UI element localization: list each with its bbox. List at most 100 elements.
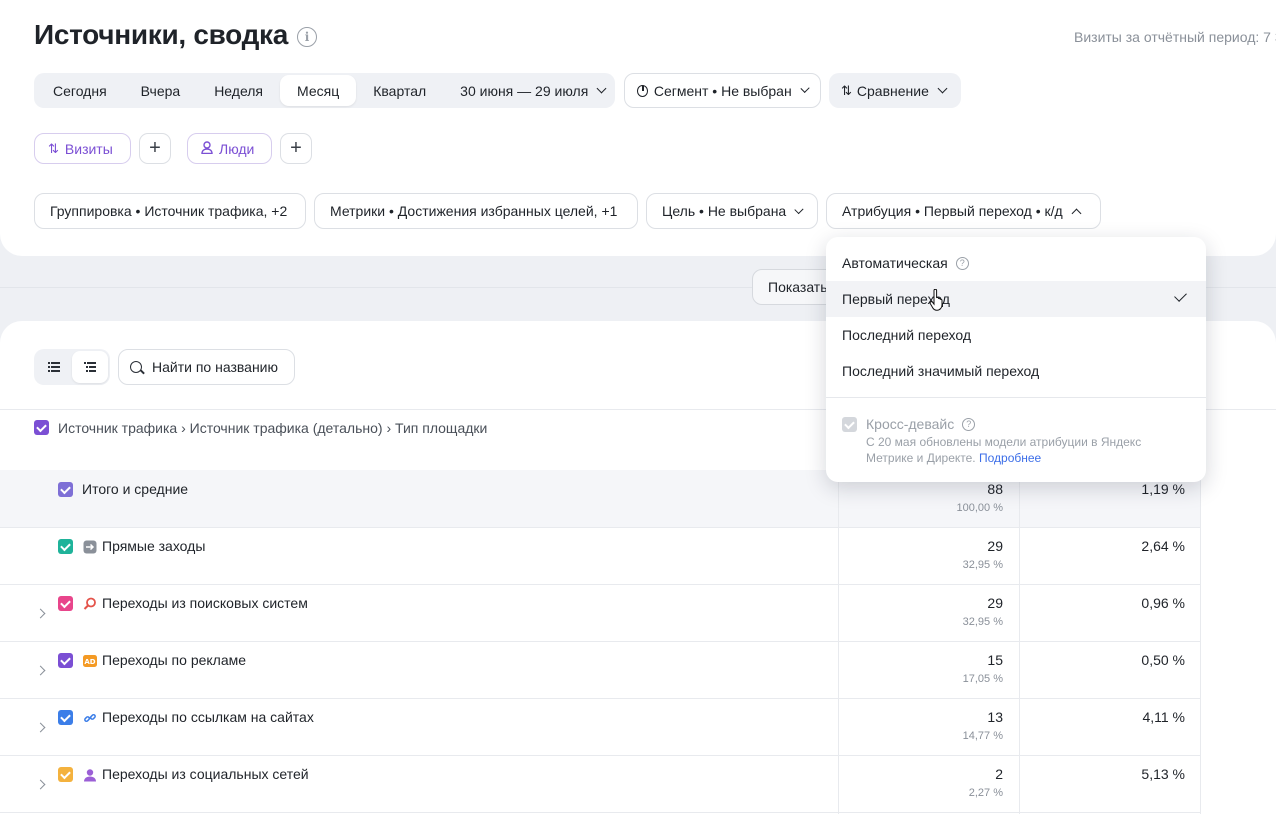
visits-value: 2 [995, 766, 1003, 782]
hand-cursor-icon [929, 289, 943, 311]
column-divider [1200, 470, 1201, 814]
visits-value: 88 [987, 481, 1003, 497]
help-icon[interactable]: ? [955, 256, 969, 270]
period-today-button[interactable]: Сегодня [36, 75, 124, 106]
row-label: Переходы по рекламе [102, 652, 247, 668]
row-checkbox[interactable] [58, 710, 73, 725]
cross-device-note: С 20 мая обновлены модели атрибуции в Ян… [866, 434, 1166, 466]
row-divider [0, 527, 1200, 528]
add-visits-button[interactable]: + [139, 133, 171, 164]
visits-value: 13 [987, 709, 1003, 725]
visits-value: 29 [987, 538, 1003, 554]
conversion-rate: 0,50 % [1141, 652, 1185, 668]
comparison-label: Сравнение [856, 82, 929, 99]
attribution-option-last-significant[interactable]: Последний значимый переход [826, 353, 1206, 389]
chevron-down-icon [596, 83, 607, 94]
tree-list-icon [84, 362, 96, 372]
visits-period-text: Визиты за отчётный период: 7 3 [1074, 29, 1276, 45]
visits-icon: ⇅ [48, 140, 59, 156]
help-icon[interactable]: ? [962, 417, 976, 431]
period-quarter-button[interactable]: Квартал [356, 75, 443, 106]
column-divider [838, 470, 839, 814]
period-selector: Сегодня Вчера Неделя Месяц Квартал 30 ию… [34, 73, 615, 108]
grouping-button[interactable]: Группировка • Источник трафика, +2 [34, 193, 306, 229]
grouping-breadcrumbs: Источник трафика › Источник трафика (дет… [58, 420, 488, 436]
people-chip[interactable]: Люди [187, 133, 272, 164]
visits-share: 100,00 % [956, 502, 1003, 514]
period-week-button[interactable]: Неделя [197, 75, 280, 106]
row-label: Переходы из поисковых систем [102, 595, 308, 611]
attribution-option-first[interactable]: Первый переход [826, 281, 1206, 317]
chevron-down-icon [800, 83, 810, 94]
option-label: Последний переход [842, 327, 972, 343]
search-icon [130, 361, 142, 373]
row-divider [0, 698, 1200, 699]
cross-device-label: Кросс-девайс ? [866, 416, 976, 432]
page-title: Источники, сводка [34, 19, 289, 50]
person-icon [201, 140, 213, 157]
cross-device-checkbox [842, 417, 857, 432]
option-label: Последний значимый переход [842, 363, 1040, 379]
goal-dropdown[interactable]: Цель • Не выбрана [646, 193, 818, 229]
people-chip-label: Люди [219, 140, 255, 157]
visits-share: 32,95 % [962, 616, 1003, 628]
conversion-rate: 0,96 % [1141, 595, 1185, 611]
visits-share: 14,77 % [962, 730, 1003, 742]
row-checkbox[interactable] [58, 596, 73, 611]
link-icon [82, 710, 97, 725]
period-yesterday-button[interactable]: Вчера [124, 75, 198, 106]
row-divider [0, 812, 1200, 813]
add-people-button[interactable]: + [280, 133, 312, 164]
direct-entry-icon [82, 539, 97, 554]
flat-list-view-button[interactable] [36, 351, 72, 383]
attribution-menu: Автоматическая ? Первый переход Последни… [826, 237, 1206, 482]
segment-icon [637, 84, 648, 97]
conversion-rate: 2,64 % [1141, 538, 1185, 554]
visits-share: 2,27 % [968, 787, 1003, 799]
tree-view-button[interactable] [72, 351, 108, 383]
svg-text:AD: AD [84, 658, 95, 666]
row-label: Переходы по ссылкам на сайтах [102, 709, 314, 725]
select-all-checkbox[interactable] [34, 420, 49, 435]
row-checkbox[interactable] [58, 539, 73, 554]
conversion-rate: 1,19 % [1141, 481, 1185, 497]
segment-label: Сегмент • Не выбран [653, 82, 792, 99]
visits-value: 29 [987, 595, 1003, 611]
date-range-label: 30 июня — 29 июля [460, 82, 589, 99]
visits-value: 15 [987, 652, 1003, 668]
visits-chip[interactable]: ⇅ Визиты [34, 133, 131, 164]
search-input[interactable]: Найти по названию [118, 349, 295, 385]
row-divider [0, 755, 1200, 756]
chevron-down-icon [794, 204, 804, 214]
row-checkbox[interactable] [58, 767, 73, 782]
conversion-rate: 4,11 % [1142, 709, 1185, 725]
attribution-dropdown[interactable]: Атрибуция • Первый переход • к/д [826, 193, 1101, 229]
attribution-label: Атрибуция • Первый переход • к/д [842, 203, 1063, 219]
visits-share: 17,05 % [962, 673, 1003, 685]
attribution-option-automatic[interactable]: Автоматическая ? [826, 245, 1206, 281]
visits-share: 32,95 % [962, 559, 1003, 571]
row-divider [0, 584, 1200, 585]
attribution-option-last[interactable]: Последний переход [826, 317, 1206, 353]
segment-dropdown[interactable]: Сегмент • Не выбран [624, 73, 821, 108]
period-month-button[interactable]: Месяц [280, 75, 357, 106]
list-icon [48, 362, 60, 372]
row-label: Прямые заходы [102, 538, 206, 554]
date-range-dropdown[interactable]: 30 июня — 29 июля [443, 75, 622, 106]
ad-icon: AD [82, 653, 97, 668]
row-checkbox[interactable] [58, 482, 73, 497]
chevron-down-icon [937, 83, 948, 94]
visits-chip-label: Визиты [64, 140, 113, 157]
view-toggle [34, 349, 110, 385]
cross-device-text: Кросс-девайс [866, 416, 955, 432]
comparison-dropdown[interactable]: ⇅ Сравнение [829, 73, 961, 108]
social-icon [82, 767, 97, 782]
info-icon[interactable]: i [297, 27, 317, 47]
goal-label: Цель • Не выбрана [662, 203, 787, 219]
row-checkbox[interactable] [58, 653, 73, 668]
more-link[interactable]: Подробнее [979, 451, 1041, 465]
menu-divider [826, 397, 1206, 398]
metrics-button[interactable]: Метрики • Достижения избранных целей, +1 [314, 193, 638, 229]
chevron-up-icon [1071, 208, 1082, 218]
comparison-icon: ⇅ [841, 82, 852, 98]
